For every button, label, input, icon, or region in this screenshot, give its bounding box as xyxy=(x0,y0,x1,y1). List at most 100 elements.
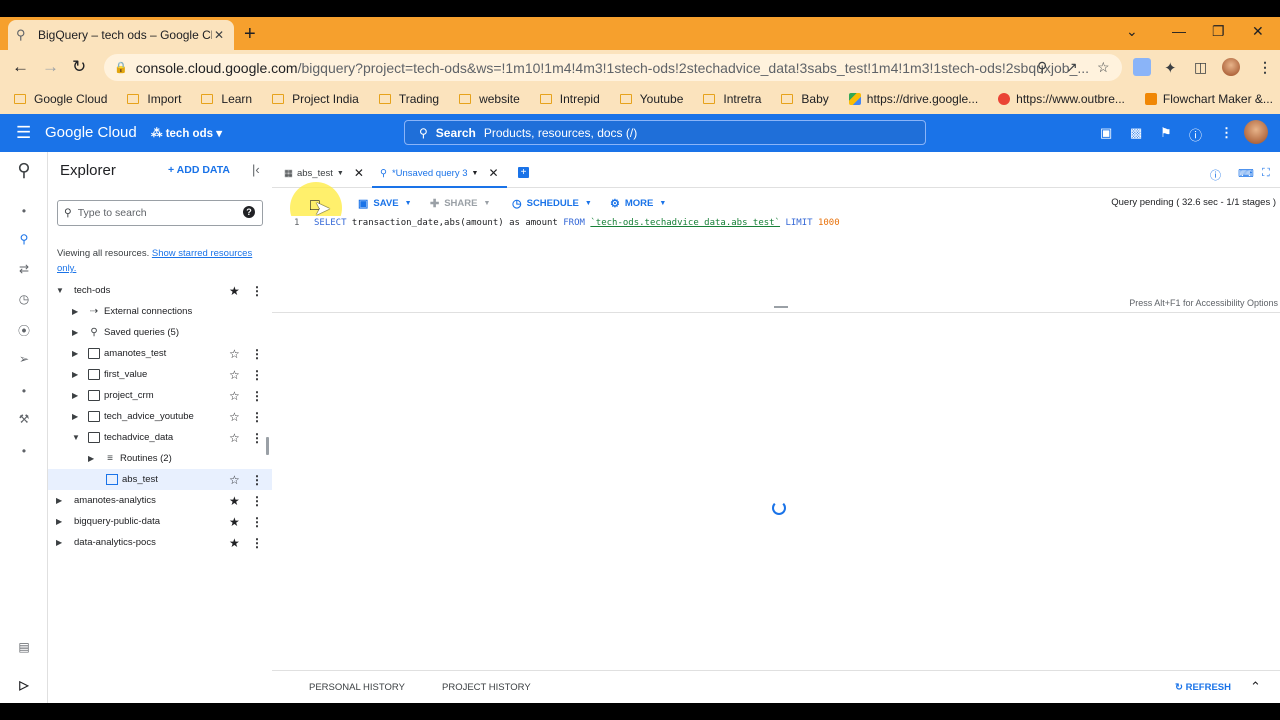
bookmark-item[interactable]: Baby xyxy=(781,92,829,106)
bookmark-item[interactable]: Intrepid xyxy=(539,92,600,106)
caret-right-icon[interactable]: ▶ xyxy=(72,412,80,421)
caret-down-icon[interactable]: ▼ xyxy=(337,170,344,177)
bookmark-item[interactable]: Trading xyxy=(378,92,439,106)
close-window-icon[interactable]: ✕ xyxy=(1252,23,1264,40)
personal-history-tab[interactable]: PERSONAL HISTORY xyxy=(309,682,405,693)
hamburger-menu-icon[interactable]: ☰ xyxy=(16,123,31,143)
sql-table-reference[interactable]: `tech-ods.techadvice_data.abs_test` xyxy=(590,218,780,228)
tree-node-project[interactable]: ▶ data-analytics-pocs ★ ⋮ xyxy=(48,532,272,553)
admin-wrench-icon[interactable]: ⚒ xyxy=(0,412,48,426)
star-outline-icon[interactable]: ☆ xyxy=(229,431,240,445)
notifications-bell-icon[interactable]: ⚑ xyxy=(1160,125,1172,141)
expand-rail-icon[interactable]: ▷ xyxy=(0,678,48,692)
dataform-icon[interactable]: ➢ xyxy=(0,352,48,366)
address-bar[interactable]: 🔒 console.cloud.google.com/bigquery?proj… xyxy=(104,54,1122,81)
zoom-search-icon[interactable]: ⚲ xyxy=(1037,59,1047,76)
tree-node-table-selected[interactable]: abs_test ☆ ⋮ xyxy=(48,469,272,490)
close-tab-icon[interactable]: ✕ xyxy=(212,28,226,42)
analytics-hub-icon[interactable]: ⦿ xyxy=(0,322,48,339)
data-transfers-icon[interactable]: ⇄ xyxy=(0,262,48,276)
user-avatar[interactable] xyxy=(1244,120,1268,144)
tree-node-dataset[interactable]: ▼ techadvice_data ☆ ⋮ xyxy=(48,427,272,448)
tree-node-saved-queries[interactable]: ▶ ⚲ Saved queries (5) xyxy=(48,322,272,343)
extensions-puzzle-icon[interactable]: ✦ xyxy=(1164,59,1177,77)
tree-node-routines[interactable]: ▶ ≡ Routines (2) xyxy=(48,448,272,469)
more-actions-icon[interactable]: ⋮ xyxy=(251,284,263,298)
caret-down-icon[interactable]: ▼ xyxy=(56,286,64,295)
add-data-button[interactable]: + ADD DATA xyxy=(168,164,230,176)
extension-icon[interactable] xyxy=(1133,58,1151,76)
caret-right-icon[interactable]: ▶ xyxy=(72,349,80,358)
profile-avatar[interactable] xyxy=(1222,58,1240,76)
console-search-bar[interactable]: ⚲ Search Products, resources, docs (/) xyxy=(404,120,926,145)
caret-right-icon[interactable]: ▶ xyxy=(56,538,64,547)
star-outline-icon[interactable]: ☆ xyxy=(229,347,240,361)
more-actions-icon[interactable]: ⋮ xyxy=(251,368,263,382)
restore-icon[interactable]: ❐ xyxy=(1212,23,1225,40)
bookmark-item[interactable]: Intretra xyxy=(703,92,761,106)
caret-right-icon[interactable]: ▶ xyxy=(56,496,64,505)
bookmark-item[interactable]: Import xyxy=(127,92,181,106)
star-filled-icon[interactable]: ★ xyxy=(229,494,240,508)
more-actions-icon[interactable]: ⋮ xyxy=(251,473,263,487)
bookmark-item[interactable]: https://drive.google... xyxy=(848,92,978,106)
project-history-tab[interactable]: PROJECT HISTORY xyxy=(442,682,531,693)
more-actions-icon[interactable]: ⋮ xyxy=(251,536,263,550)
tab-search-chevron-icon[interactable]: ⌄ xyxy=(1126,23,1138,40)
bookmark-item[interactable]: Flowchart Maker &... xyxy=(1144,92,1273,106)
bookmark-star-icon[interactable]: ☆ xyxy=(1097,59,1110,76)
refresh-button[interactable]: ↻ REFRESH xyxy=(1175,682,1231,693)
share-page-icon[interactable]: ↗ xyxy=(1066,59,1078,76)
collapse-panel-icon[interactable]: |‹ xyxy=(252,162,260,177)
tree-node-dataset[interactable]: ▶ project_crm ☆ ⋮ xyxy=(48,385,272,406)
explorer-search-input[interactable]: ⚲ Type to search ? xyxy=(57,200,263,226)
project-picker[interactable]: ⁂ tech ods ▾ xyxy=(151,126,222,140)
more-actions-icon[interactable]: ⋮ xyxy=(251,431,263,445)
caret-right-icon[interactable]: ▶ xyxy=(72,391,80,400)
release-notes-icon[interactable]: ▤ xyxy=(0,640,48,654)
bookmark-item[interactable]: https://www.outbre... xyxy=(998,92,1125,106)
editor-resize-handle[interactable] xyxy=(774,306,788,308)
tree-node-external-connections[interactable]: ▶ ⇢ External connections xyxy=(48,301,272,322)
tree-node-dataset[interactable]: ▶ first_value ☆ ⋮ xyxy=(48,364,272,385)
caret-right-icon[interactable]: ▶ xyxy=(72,370,80,379)
gift-icon[interactable]: ▣ xyxy=(1100,125,1112,141)
back-icon[interactable]: ← xyxy=(12,58,29,76)
tree-node-dataset[interactable]: ▶ amanotes_test ☆ ⋮ xyxy=(48,343,272,364)
tree-node-project[interactable]: ▼ tech-ods ★ ⋮ xyxy=(48,280,272,301)
scheduled-queries-icon[interactable]: ◷ xyxy=(0,292,48,306)
bookmark-item[interactable]: Learn xyxy=(201,92,252,106)
nav-dot-icon[interactable]: • xyxy=(0,204,48,218)
star-filled-icon[interactable]: ★ xyxy=(229,536,240,550)
save-button[interactable]: ▣ SAVE ▼ xyxy=(358,197,412,210)
help-icon[interactable]: ⓘ xyxy=(1189,125,1202,144)
star-outline-icon[interactable]: ☆ xyxy=(229,410,240,424)
google-cloud-logo[interactable]: Google Cloud xyxy=(45,124,137,141)
panel-resize-handle[interactable] xyxy=(266,437,269,455)
info-icon[interactable]: ⓘ xyxy=(1210,167,1221,183)
help-icon[interactable]: ? xyxy=(243,206,255,218)
caret-right-icon[interactable]: ▶ xyxy=(72,307,80,316)
browser-tab[interactable]: ⚲ BigQuery – tech ods – Google Cl ✕ xyxy=(8,20,234,50)
star-outline-icon[interactable]: ☆ xyxy=(229,389,240,403)
more-actions-icon[interactable]: ⋮ xyxy=(251,515,263,529)
share-button[interactable]: ✚ SHARE ▼ xyxy=(430,197,490,210)
caret-down-icon[interactable]: ▼ xyxy=(472,170,479,177)
side-panel-icon[interactable]: ◫ xyxy=(1194,59,1207,76)
caret-right-icon[interactable]: ▶ xyxy=(88,454,96,463)
star-outline-icon[interactable]: ☆ xyxy=(229,368,240,382)
new-tab-icon[interactable]: + xyxy=(244,23,256,46)
tree-node-dataset[interactable]: ▶ tech_advice_youtube ☆ ⋮ xyxy=(48,406,272,427)
nav-dot-icon[interactable]: • xyxy=(0,384,48,398)
tree-node-project[interactable]: ▶ amanotes-analytics ★ ⋮ xyxy=(48,490,272,511)
forward-icon[interactable]: → xyxy=(42,58,59,76)
new-query-tab-icon[interactable]: + xyxy=(518,167,529,178)
more-actions-icon[interactable]: ⋮ xyxy=(251,410,263,424)
bookmark-item[interactable]: Google Cloud xyxy=(14,92,107,106)
chrome-menu-icon[interactable]: ⋮ xyxy=(1258,59,1272,76)
expand-up-icon[interactable]: ⌃ xyxy=(1250,679,1261,695)
search-icon[interactable]: ⚲ xyxy=(0,232,48,246)
more-options-icon[interactable]: ⋮ xyxy=(1220,125,1233,141)
minimize-icon[interactable]: — xyxy=(1172,23,1186,39)
fullscreen-icon[interactable]: ⛶ xyxy=(1262,167,1270,180)
